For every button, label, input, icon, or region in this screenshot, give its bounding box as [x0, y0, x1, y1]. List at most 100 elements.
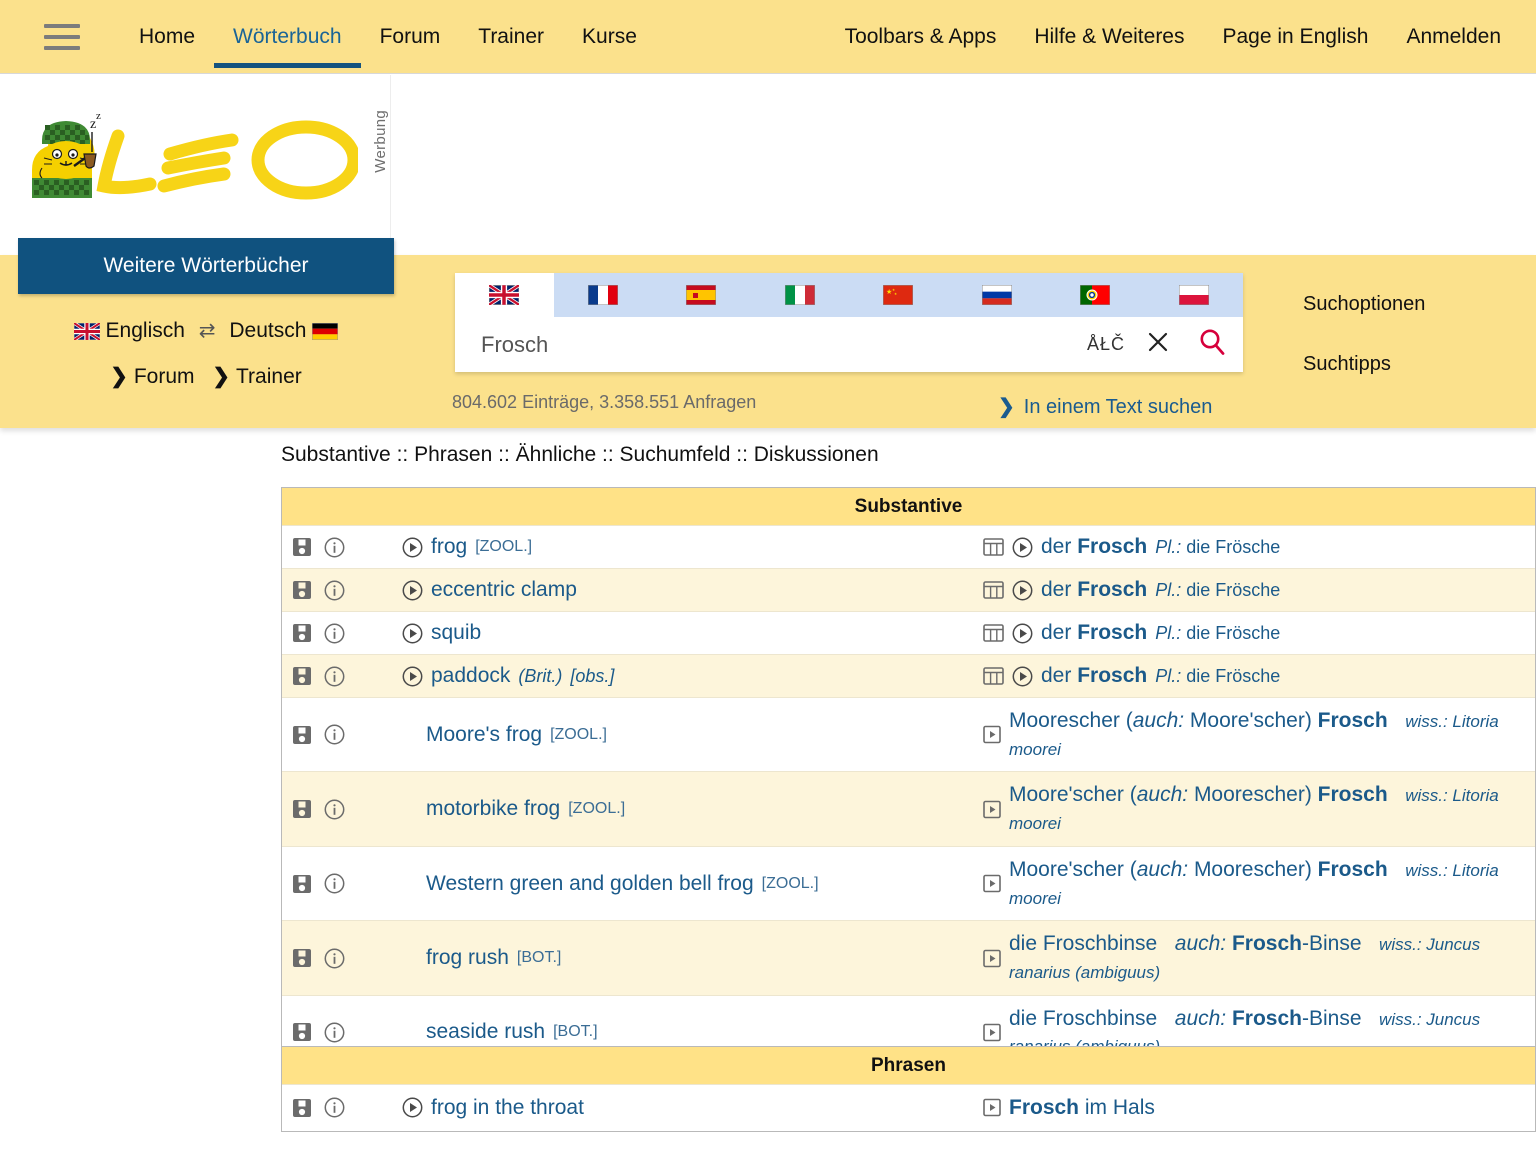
- audio-play-icon[interactable]: [402, 1097, 423, 1118]
- nav-item-toolbars-apps[interactable]: Toolbars & Apps: [826, 0, 1016, 74]
- info-icon[interactable]: [324, 948, 345, 969]
- save-icon[interactable]: [292, 537, 312, 557]
- lang-tab-english[interactable]: [455, 273, 554, 317]
- audio-play-box-icon[interactable]: [983, 874, 1001, 893]
- info-icon[interactable]: [324, 623, 345, 644]
- special-characters-button[interactable]: ÅŁČ: [1077, 334, 1135, 355]
- target-term-cell[interactable]: der Frosch Pl.: die Frösche: [979, 526, 1535, 568]
- source-term-cell[interactable]: frog in the throat: [344, 1085, 979, 1131]
- audio-play-icon[interactable]: [402, 537, 423, 558]
- table-row[interactable]: motorbike frog [ZOOL.] Moore'scher (auch…: [282, 771, 1535, 846]
- save-icon[interactable]: [292, 874, 312, 894]
- target-term-cell[interactable]: Frosch im Hals: [979, 1085, 1535, 1131]
- save-icon[interactable]: [292, 1098, 312, 1118]
- target-term-cell[interactable]: der Frosch Pl.: die Frösche: [979, 612, 1535, 654]
- table-row[interactable]: squib der Frosch Pl.: die Frösche: [282, 611, 1535, 654]
- source-term-cell[interactable]: paddock (Brit.) [obs.]: [344, 655, 979, 697]
- info-icon[interactable]: [324, 580, 345, 601]
- info-icon[interactable]: [324, 1097, 345, 1118]
- leo-logo[interactable]: z z: [18, 108, 361, 208]
- source-term-cell[interactable]: frog [ZOOL.]: [344, 526, 979, 568]
- nav-item-page-in-english[interactable]: Page in English: [1204, 0, 1388, 74]
- target-term-cell[interactable]: Moorescher (auch: Moore'scher) Frosch wi…: [979, 698, 1535, 771]
- audio-play-icon[interactable]: [1012, 580, 1033, 601]
- target-headword: Frosch: [1311, 783, 1388, 807]
- audio-play-icon[interactable]: [1012, 666, 1033, 687]
- source-term-cell[interactable]: frog rush [BOT.]: [344, 921, 979, 994]
- audio-play-box-icon[interactable]: [983, 800, 1001, 819]
- info-icon[interactable]: [324, 799, 345, 820]
- more-dictionaries-button[interactable]: Weitere Wörterbücher: [18, 238, 394, 294]
- save-icon[interactable]: [292, 948, 312, 968]
- audio-play-box-icon[interactable]: [983, 1023, 1001, 1042]
- table-row[interactable]: eccentric clamp der Frosch Pl.: die Frös…: [282, 568, 1535, 611]
- save-icon[interactable]: [292, 580, 312, 600]
- info-icon[interactable]: [324, 724, 345, 745]
- info-icon[interactable]: [324, 1022, 345, 1043]
- table-row[interactable]: frog [ZOOL.] der Frosch Pl.: die Frösche: [282, 525, 1535, 568]
- clear-search-icon[interactable]: [1135, 329, 1181, 360]
- target-term-cell[interactable]: der Frosch Pl.: die Frösche: [979, 569, 1535, 611]
- quicklink-trainer[interactable]: Trainer: [236, 365, 302, 388]
- nav-item-hilfe-weiteres[interactable]: Hilfe & Weiteres: [1015, 0, 1203, 74]
- hamburger-menu-icon[interactable]: [44, 24, 80, 50]
- target-term-cell[interactable]: Moore'scher (auch: Moorescher) Frosch wi…: [979, 847, 1535, 920]
- table-row[interactable]: paddock (Brit.) [obs.] der Frosch Pl.: d…: [282, 654, 1535, 697]
- info-icon[interactable]: [324, 537, 345, 558]
- target-term-cell[interactable]: der Frosch Pl.: die Frösche: [979, 655, 1535, 697]
- nav-item-kurse[interactable]: Kurse: [563, 0, 656, 74]
- source-term-cell[interactable]: Moore's frog [ZOOL.]: [344, 698, 979, 771]
- nav-item-anmelden[interactable]: Anmelden: [1387, 0, 1520, 74]
- lang-tab-spanish[interactable]: [652, 273, 751, 317]
- target-term-cell[interactable]: die Froschbinse auch: Frosch-Binse wiss.…: [979, 921, 1535, 994]
- info-icon[interactable]: [324, 873, 345, 894]
- search-submit-icon[interactable]: [1181, 327, 1243, 362]
- source-term-cell[interactable]: motorbike frog [ZOOL.]: [344, 772, 979, 845]
- search-in-text-link[interactable]: ❯ In einem Text suchen: [998, 394, 1212, 419]
- info-icon[interactable]: [324, 666, 345, 687]
- lang-tab-russian[interactable]: [948, 273, 1047, 317]
- quicklink-forum[interactable]: Forum: [134, 365, 195, 388]
- declension-table-icon[interactable]: [983, 538, 1004, 556]
- nav-item-forum[interactable]: Forum: [361, 0, 460, 74]
- save-icon[interactable]: [292, 1022, 312, 1042]
- source-term-cell[interactable]: eccentric clamp: [344, 569, 979, 611]
- lang-tab-polish[interactable]: [1145, 273, 1244, 317]
- search-tips-link[interactable]: Suchtipps: [1303, 353, 1391, 376]
- declension-table-icon[interactable]: [983, 667, 1004, 685]
- declension-table-icon[interactable]: [983, 581, 1004, 599]
- audio-play-icon[interactable]: [1012, 623, 1033, 644]
- swap-arrows-icon[interactable]: ⇄: [191, 318, 224, 343]
- nav-item-trainer[interactable]: Trainer: [459, 0, 563, 74]
- lang-tab-italian[interactable]: [751, 273, 850, 317]
- save-icon[interactable]: [292, 725, 312, 745]
- source-term-cell[interactable]: squib: [344, 612, 979, 654]
- target-term-cell[interactable]: Moore'scher (auch: Moorescher) Frosch wi…: [979, 772, 1535, 845]
- audio-play-icon[interactable]: [402, 666, 423, 687]
- paren-auch: auch:: [1136, 857, 1189, 881]
- audio-play-box-icon[interactable]: [983, 949, 1001, 968]
- audio-play-icon[interactable]: [1012, 537, 1033, 558]
- search-options-link[interactable]: Suchoptionen: [1303, 293, 1425, 316]
- table-row[interactable]: frog rush [BOT.] die Froschbinse auch: F…: [282, 920, 1535, 995]
- results-breadcrumb[interactable]: Substantive :: Phrasen :: Ähnliche :: Su…: [281, 443, 879, 467]
- table-row[interactable]: frog in the throat Frosch im Hals: [282, 1084, 1535, 1131]
- lang-tab-chinese[interactable]: ★ ★ ★: [849, 273, 948, 317]
- table-row[interactable]: Western green and golden bell frog [ZOOL…: [282, 845, 1535, 921]
- audio-play-box-icon[interactable]: [983, 725, 1001, 744]
- nav-item-home[interactable]: Home: [120, 0, 214, 74]
- lang-tab-french[interactable]: [554, 273, 653, 317]
- save-icon[interactable]: [292, 666, 312, 686]
- audio-play-icon[interactable]: [402, 580, 423, 601]
- save-icon[interactable]: [292, 623, 312, 643]
- table-row[interactable]: Moore's frog [ZOOL.] Moorescher (auch: M…: [282, 697, 1535, 772]
- nav-item-woerterbuch[interactable]: Wörterbuch: [214, 0, 361, 74]
- language-pair-selector[interactable]: Englisch ⇄ Deutsch: [18, 318, 394, 346]
- declension-table-icon[interactable]: [983, 624, 1004, 642]
- save-icon[interactable]: [292, 799, 312, 819]
- search-input[interactable]: [455, 330, 1077, 359]
- audio-play-box-icon[interactable]: [983, 1098, 1001, 1117]
- source-term-cell[interactable]: Western green and golden bell frog [ZOOL…: [344, 847, 979, 920]
- lang-tab-portuguese[interactable]: [1046, 273, 1145, 317]
- audio-play-icon[interactable]: [402, 623, 423, 644]
